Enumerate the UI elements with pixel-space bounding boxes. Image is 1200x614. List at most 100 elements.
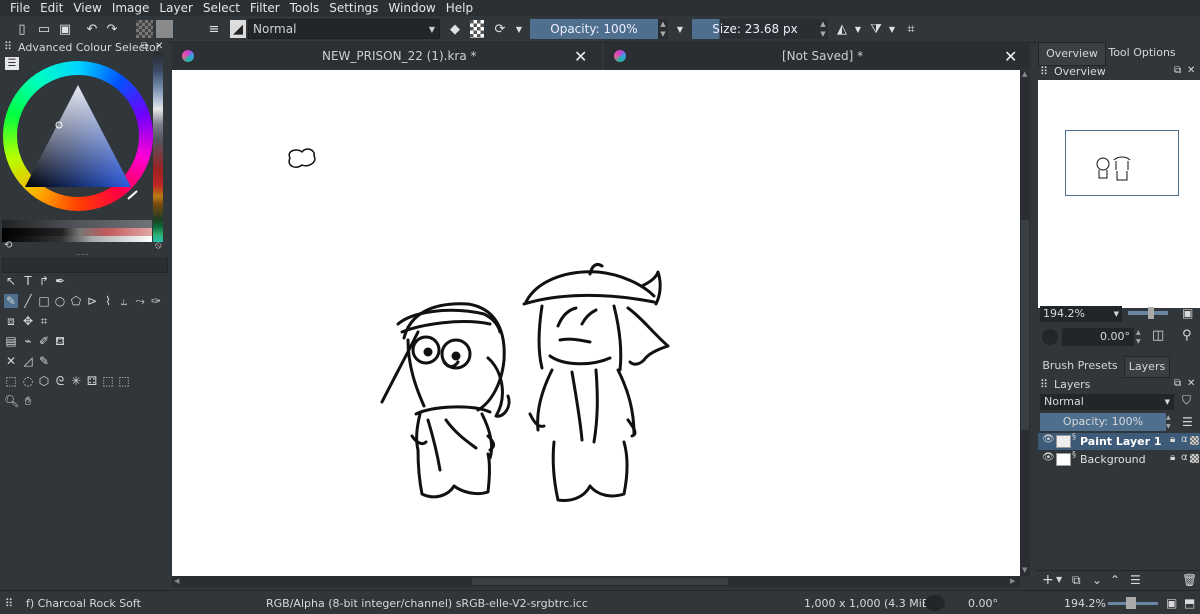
close-icon[interactable]: ✕: [1187, 65, 1195, 76]
rectangle-tool-icon[interactable]: □: [37, 294, 51, 308]
rotation-dial-icon[interactable]: [1042, 329, 1058, 345]
chevron-down-icon[interactable]: ▼: [674, 20, 686, 38]
select-shapes-icon[interactable]: ↖: [4, 274, 18, 288]
brush-settings-icon[interactable]: ≡: [206, 20, 222, 38]
menu-window[interactable]: Window: [388, 1, 435, 15]
delete-layer-icon[interactable]: 🗑︎: [1182, 573, 1197, 587]
menu-view[interactable]: View: [73, 1, 101, 15]
tab-tool-options[interactable]: Tool Options: [1106, 42, 1178, 64]
menu-layer[interactable]: Layer: [159, 1, 192, 15]
menu-help[interactable]: Help: [446, 1, 473, 15]
colour-history-swatches[interactable]: [153, 52, 163, 242]
layer-row-paint-layer-1[interactable]: 👁︎ § Paint Layer 1 🔒︎ α: [1038, 432, 1200, 450]
calligraphy-icon[interactable]: ✒: [53, 274, 67, 288]
menu-tools[interactable]: Tools: [290, 1, 320, 15]
vertical-scrollbar[interactable]: ▲ ▼: [1020, 70, 1030, 576]
inherit-alpha-icon[interactable]: [1190, 436, 1199, 445]
fill-patterns-icon[interactable]: [156, 20, 173, 38]
float-icon[interactable]: ⧉: [1174, 378, 1181, 389]
undo-icon[interactable]: ↶: [84, 20, 100, 38]
elliptical-selection-icon[interactable]: ◌: [21, 374, 35, 388]
scroll-up-icon[interactable]: ▲: [1022, 70, 1027, 78]
polyline-tool-icon[interactable]: ⊳: [85, 294, 99, 308]
overview-zoom-select[interactable]: 194.2% ▼: [1040, 306, 1122, 322]
visibility-eye-icon[interactable]: 👁︎: [1042, 434, 1055, 445]
overview-zoom-handle[interactable]: [1148, 307, 1154, 319]
alpha-lock-icon[interactable]: α: [1181, 452, 1188, 463]
lock-icon[interactable]: 🔒︎: [1170, 452, 1175, 463]
close-icon[interactable]: ✕: [1187, 378, 1195, 389]
refresh-icon[interactable]: ⟲: [4, 240, 12, 251]
chevron-down-icon[interactable]: ▼: [853, 20, 863, 38]
colour-input-strip[interactable]: [2, 258, 168, 273]
scroll-down-icon[interactable]: ▼: [1022, 566, 1027, 574]
value-strip[interactable]: [2, 236, 152, 242]
filter-icon[interactable]: ⛉: [1182, 393, 1191, 408]
layer-properties-icon[interactable]: ☰: [1130, 573, 1141, 587]
mirror-vertical-icon[interactable]: ⧩: [868, 20, 884, 38]
close-tab-icon[interactable]: ✕: [574, 47, 587, 66]
rectangular-selection-icon[interactable]: ⬚: [4, 374, 18, 388]
no-colour-icon[interactable]: ⦸: [155, 240, 162, 251]
freehand-brush-icon[interactable]: ✎: [4, 294, 18, 308]
layer-options-icon[interactable]: ☰: [1182, 415, 1193, 429]
inherit-alpha-icon[interactable]: [1190, 454, 1199, 463]
add-layer-icon[interactable]: +: [1042, 572, 1054, 588]
tab-layers[interactable]: Layers: [1124, 356, 1170, 378]
fullscreen-icon[interactable]: ⬒: [1184, 596, 1195, 610]
wrap-around-icon[interactable]: ⌗: [903, 20, 919, 38]
drawing-canvas[interactable]: [172, 70, 1020, 576]
new-document-icon[interactable]: ▯: [14, 20, 30, 38]
zoom-label[interactable]: 194.2%: [1064, 597, 1106, 610]
scroll-right-icon[interactable]: ▶: [1010, 577, 1015, 585]
overview-rotation-field[interactable]: 0.00°: [1062, 328, 1134, 346]
tab-overview[interactable]: Overview: [1038, 42, 1106, 66]
colour-triangle[interactable]: [3, 61, 153, 211]
tab-document-2[interactable]: [Not Saved] * ✕: [604, 43, 1030, 69]
menu-select[interactable]: Select: [203, 1, 240, 15]
scroll-left-icon[interactable]: ◀: [174, 577, 179, 585]
gray-strip[interactable]: [2, 220, 152, 228]
tab-brush-presets[interactable]: Brush Presets: [1040, 356, 1120, 376]
mirror-view-icon[interactable]: ◫: [1152, 328, 1164, 343]
bezier-tool-icon[interactable]: ⌇: [101, 294, 115, 308]
rotation-spinner[interactable]: ▲ ▼: [1136, 328, 1144, 346]
rotation-label[interactable]: 0.00°: [968, 597, 998, 610]
close-icon[interactable]: ✕: [155, 41, 163, 52]
contiguous-selection-icon[interactable]: ✳: [69, 374, 83, 388]
mirror-horizontal-icon[interactable]: ◭: [834, 20, 850, 38]
edit-shapes-icon[interactable]: ↱: [37, 274, 51, 288]
layer-blend-mode-select[interactable]: Normal ▼: [1040, 394, 1174, 410]
pan-tool-icon[interactable]: ✋︎: [21, 394, 35, 408]
move-layer-up-icon[interactable]: ⌃: [1110, 573, 1120, 587]
layer-row-background[interactable]: 👁︎ § Background 🔒︎ α: [1038, 450, 1200, 468]
colour-sampler-icon[interactable]: ⌁: [21, 334, 35, 348]
size-spinner[interactable]: ▲ ▼: [818, 19, 828, 39]
opacity-spinner[interactable]: ▲ ▼: [658, 19, 668, 39]
lock-icon[interactable]: 🔒︎: [1170, 434, 1175, 445]
crop-transform-icon[interactable]: ⧈: [4, 314, 18, 328]
similar-selection-icon[interactable]: ⚃: [85, 374, 99, 388]
open-document-icon[interactable]: ▭: [36, 20, 52, 38]
size-slider[interactable]: Size: 23.68 px: [692, 19, 818, 39]
vertical-scroll-thumb[interactable]: [1021, 220, 1029, 430]
pin-icon[interactable]: ⚲: [1182, 328, 1192, 343]
overview-preview[interactable]: [1038, 80, 1200, 308]
line-tool-icon[interactable]: ╱: [21, 294, 35, 308]
horizontal-scrollbar[interactable]: ◀ ▶: [172, 576, 1020, 587]
float-icon[interactable]: ⧉: [1174, 65, 1181, 76]
zoom-handle[interactable]: [1126, 597, 1136, 609]
close-tab-icon[interactable]: ✕: [1004, 47, 1017, 66]
crop-tool-icon[interactable]: ⌗: [37, 314, 51, 328]
alpha-lock-icon[interactable]: α: [1181, 434, 1188, 445]
multibrush-icon[interactable]: ✑: [149, 294, 163, 308]
menu-file[interactable]: File: [10, 1, 30, 15]
layer-opacity-slider[interactable]: Opacity: 100%: [1040, 413, 1166, 431]
layer-name[interactable]: Background: [1080, 453, 1146, 466]
tab-document-1[interactable]: NEW_PRISON_22 (1).kra * ✕: [172, 43, 602, 69]
freehand-path-icon[interactable]: ⥿: [117, 294, 131, 308]
polygonal-selection-icon[interactable]: ⬡: [37, 374, 51, 388]
measure-tool-icon[interactable]: ◿: [21, 354, 35, 368]
rotation-dial-icon[interactable]: [925, 595, 945, 611]
dynamic-brush-icon[interactable]: ⤳: [133, 294, 147, 308]
